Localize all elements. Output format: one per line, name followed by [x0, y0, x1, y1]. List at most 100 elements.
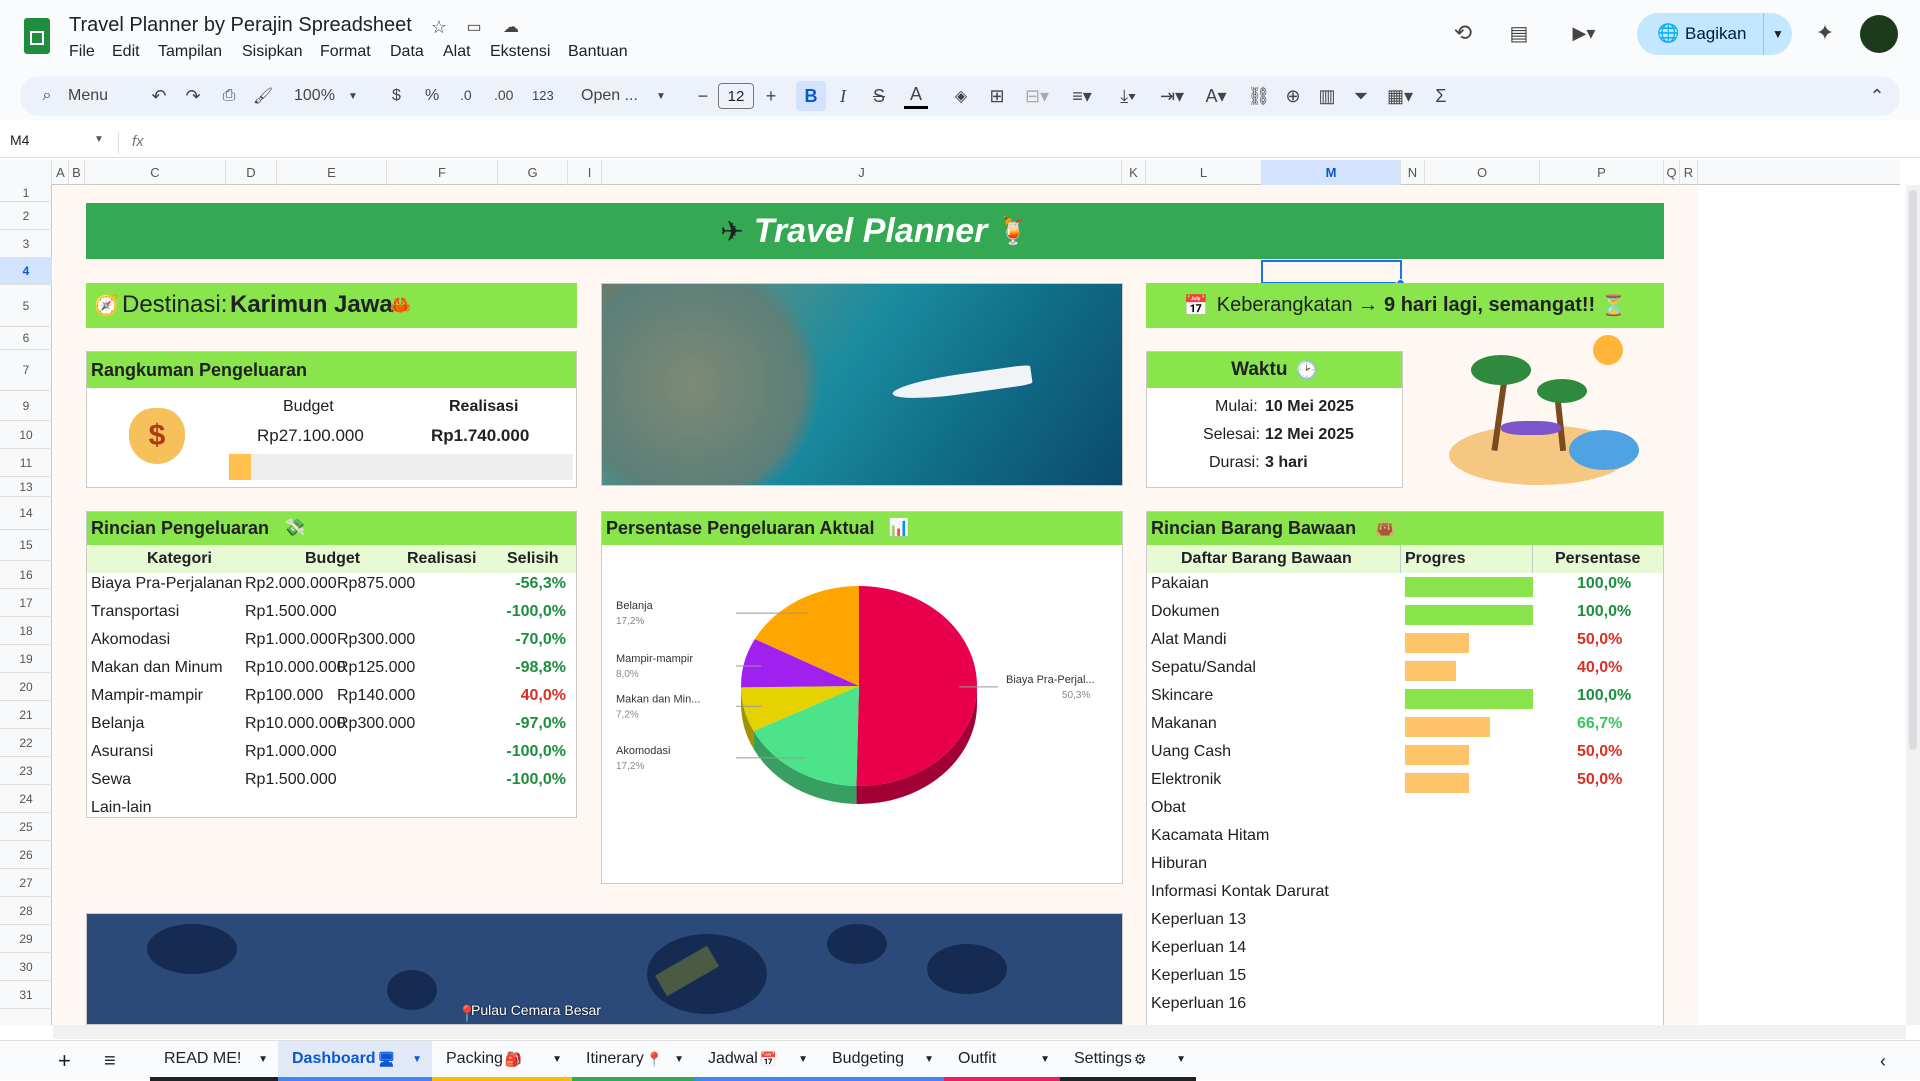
row-header[interactable]: 30 — [0, 953, 52, 981]
column-header[interactable]: Q — [1664, 160, 1680, 185]
sheet-tab-menu-icon[interactable]: ▼ — [258, 1054, 268, 1065]
column-header[interactable]: G — [498, 160, 568, 185]
row-header[interactable]: 3 — [0, 230, 52, 258]
menu-extensions[interactable]: Ekstensi — [490, 43, 550, 61]
align-horizontal-icon[interactable]: ≡▾ — [1066, 85, 1098, 107]
menu-edit[interactable]: Edit — [112, 43, 140, 61]
borders-icon[interactable]: ⊞ — [986, 85, 1008, 107]
merge-cells-icon[interactable]: ⊟▾ — [1022, 85, 1052, 107]
decrease-decimal-button[interactable]: .0 — [460, 87, 472, 103]
sheet-tab-menu-icon[interactable]: ▼ — [924, 1054, 934, 1065]
sheet-tab-menu-icon[interactable]: ▼ — [552, 1054, 562, 1065]
avatar[interactable] — [1860, 15, 1898, 53]
name-box[interactable]: M4 ▼ — [10, 132, 110, 154]
column-header[interactable]: D — [226, 160, 277, 185]
strikethrough-icon[interactable]: S — [868, 85, 890, 107]
vertical-scrollbar[interactable] — [1906, 185, 1920, 1025]
name-box-dropdown-icon[interactable]: ▼ — [94, 134, 104, 145]
all-sheets-icon[interactable]: ≡ — [104, 1041, 116, 1081]
move-folder-icon[interactable]: ▭ — [462, 16, 486, 38]
number-format-button[interactable]: 123 — [532, 88, 554, 103]
filter-icon[interactable]: ⏷ — [1350, 85, 1372, 107]
italic-icon[interactable]: I — [832, 85, 854, 107]
row-header[interactable]: 19 — [0, 645, 52, 673]
column-header[interactable]: M — [1262, 160, 1401, 185]
sheet-tab[interactable]: Itinerary📍▼ — [572, 1041, 694, 1081]
sheet-tab[interactable]: Outfit▼ — [944, 1041, 1060, 1081]
pie-chart[interactable]: Biaya Pra-Perjal...50,3%Akomodasi17,2%Ma… — [602, 546, 1122, 876]
add-sheet-button[interactable]: + — [58, 1041, 71, 1081]
percent-format-button[interactable]: % — [425, 87, 439, 105]
zoom-select[interactable]: 100% — [294, 87, 335, 105]
horizontal-scrollbar[interactable] — [53, 1025, 1906, 1039]
text-wrap-icon[interactable]: ⇥▾ — [1156, 85, 1188, 107]
boat-photo[interactable] — [601, 283, 1123, 486]
column-header[interactable]: I — [578, 160, 602, 185]
sheet-tab-menu-icon[interactable]: ▼ — [1040, 1054, 1050, 1065]
increase-font-size-icon[interactable]: + — [760, 85, 782, 107]
zoom-dropdown-icon[interactable]: ▼ — [346, 85, 360, 107]
column-header[interactable]: F — [387, 160, 498, 185]
row-header[interactable]: 11 — [0, 449, 52, 477]
row-header[interactable]: 29 — [0, 925, 52, 953]
document-title[interactable]: Travel Planner by Perajin Spreadsheet — [69, 14, 412, 37]
search-menus-label[interactable]: Menu — [68, 87, 108, 105]
fill-color-icon[interactable]: ◈ — [950, 85, 972, 107]
font-size-input[interactable]: 12 — [718, 83, 754, 109]
row-header[interactable]: 2 — [0, 202, 52, 230]
sheet-tab[interactable]: Jadwal📅▼ — [694, 1041, 818, 1081]
text-color-icon[interactable]: A — [904, 83, 928, 109]
menu-file[interactable]: File — [69, 43, 95, 61]
font-dropdown-icon[interactable]: ▼ — [654, 85, 668, 107]
column-header[interactable]: B — [69, 160, 85, 185]
row-header[interactable]: 27 — [0, 869, 52, 897]
row-header[interactable]: 5 — [0, 285, 52, 327]
column-header[interactable]: R — [1680, 160, 1698, 185]
paint-format-icon[interactable]: 🖌 — [252, 85, 274, 107]
row-header[interactable]: 7 — [0, 350, 52, 391]
sheet-tab[interactable]: READ ME!▼ — [150, 1041, 278, 1081]
row-header[interactable]: 21 — [0, 701, 52, 729]
share-button[interactable]: 🌐 Bagikan ▼ — [1637, 13, 1792, 55]
menu-tools[interactable]: Alat — [443, 43, 471, 61]
star-icon[interactable]: ☆ — [428, 16, 450, 38]
share-dropdown-icon[interactable]: ▼ — [1763, 13, 1792, 55]
row-header[interactable]: 16 — [0, 561, 52, 589]
table-view-icon[interactable]: ▦▾ — [1382, 85, 1418, 107]
meet-icon[interactable]: ▶▾ — [1562, 18, 1606, 48]
undo-icon[interactable]: ↶ — [148, 85, 170, 107]
row-header[interactable]: 18 — [0, 617, 52, 645]
print-icon[interactable]: ⎙ — [218, 85, 240, 107]
sheet-tab-menu-icon[interactable]: ▼ — [798, 1054, 808, 1065]
menu-insert[interactable]: Sisipkan — [242, 43, 302, 61]
map-image[interactable]: 📍 Pulau Cemara Besar — [86, 913, 1123, 1025]
text-rotation-icon[interactable]: A▾ — [1200, 85, 1232, 107]
selected-cell[interactable] — [1261, 260, 1402, 284]
row-header[interactable]: 17 — [0, 589, 52, 617]
font-select[interactable]: Open ... — [581, 87, 638, 105]
row-header[interactable]: 23 — [0, 757, 52, 785]
column-header[interactable]: K — [1122, 160, 1146, 185]
row-header[interactable]: 13 — [0, 477, 52, 497]
select-all-corner[interactable] — [0, 160, 52, 185]
comments-icon[interactable]: ▤ — [1504, 18, 1534, 48]
column-header[interactable]: A — [53, 160, 69, 185]
row-header[interactable]: 28 — [0, 897, 52, 925]
sheet-tab[interactable]: Dashboard🖥▼ — [278, 1041, 432, 1081]
comment-icon[interactable]: ⊕ — [1282, 85, 1304, 107]
menu-help[interactable]: Bantuan — [568, 43, 628, 61]
sheet-grid[interactable]: ✈ Travel Planner 🍹 🧭 Destinasi: Karimun … — [53, 185, 1698, 1025]
currency-format-button[interactable]: $ — [392, 87, 401, 105]
chart-icon[interactable]: ▥ — [1316, 85, 1338, 107]
sheet-tab-menu-icon[interactable]: ▼ — [412, 1054, 422, 1065]
history-icon[interactable]: ⟲ — [1448, 18, 1478, 48]
column-header[interactable]: O — [1425, 160, 1540, 185]
functions-icon[interactable]: Σ — [1430, 85, 1452, 107]
row-header[interactable]: 10 — [0, 421, 52, 449]
row-header[interactable]: 22 — [0, 729, 52, 757]
decrease-font-size-icon[interactable]: − — [692, 85, 714, 107]
row-header[interactable]: 31 — [0, 981, 52, 1009]
column-header[interactable]: J — [602, 160, 1122, 185]
column-header[interactable]: E — [277, 160, 387, 185]
menu-format[interactable]: Format — [320, 43, 371, 61]
